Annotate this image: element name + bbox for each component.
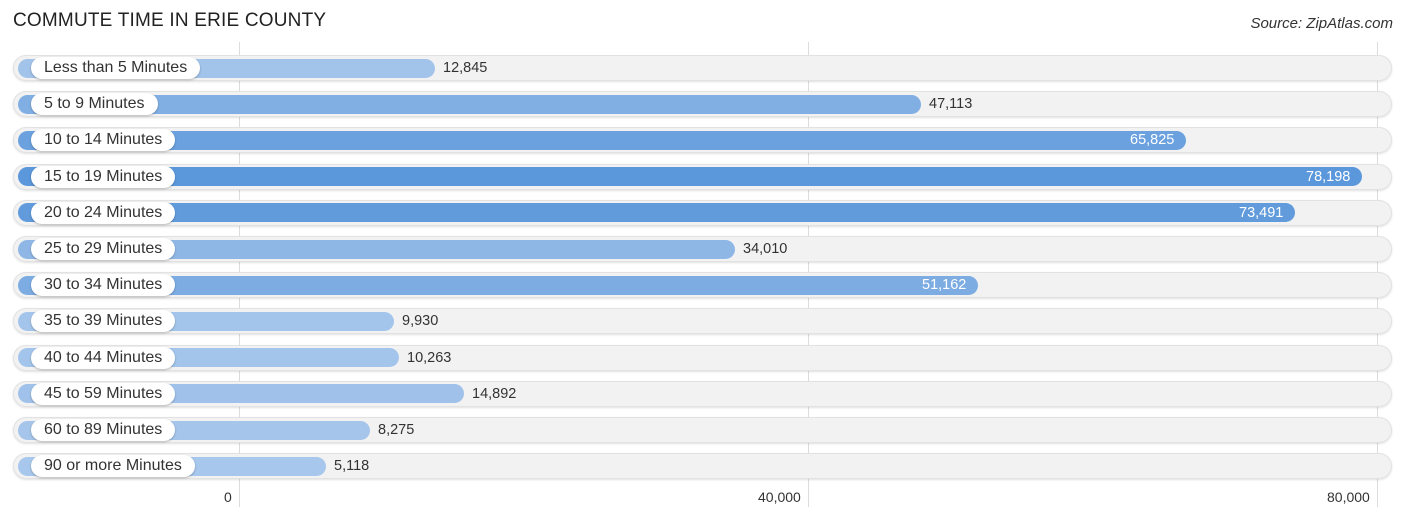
bar[interactable] [18,167,1362,186]
category-label: 60 to 89 Minutes [31,419,176,441]
value-label: 51,162 [922,277,967,293]
value-label: 8,275 [378,422,415,438]
value-label: 78,198 [1306,169,1351,185]
value-label: 65,825 [1130,132,1175,148]
category-label: 40 to 44 Minutes [31,347,176,369]
bar-chart: Less than 5 Minutes 12,845 5 to 9 Minutes 4… [0,0,1406,522]
category-label: 90 or more Minutes [31,455,195,477]
category-label: 35 to 39 Minutes [31,310,176,332]
category-label: 45 to 59 Minutes [31,383,176,405]
bar[interactable] [18,203,1295,222]
value-label: 34,010 [743,241,788,257]
category-label: Less than 5 Minutes [31,57,201,79]
category-label: 30 to 34 Minutes [31,274,176,296]
value-label: 12,845 [443,60,488,76]
value-label: 14,892 [472,386,517,402]
value-label: 5,118 [334,458,370,474]
x-tick-label: 40,000 [758,489,801,505]
category-label: 25 to 29 Minutes [31,238,176,260]
x-tick-label: 80,000 [1327,489,1370,505]
value-label: 9,930 [402,313,439,329]
value-label: 47,113 [929,96,973,112]
x-tick-label: 0 [224,489,232,505]
bar[interactable] [18,131,1186,150]
category-label: 15 to 19 Minutes [31,166,176,188]
category-label: 5 to 9 Minutes [31,93,158,115]
category-label: 20 to 24 Minutes [31,202,176,224]
value-label: 10,263 [407,350,452,366]
value-label: 73,491 [1239,205,1284,221]
category-label: 10 to 14 Minutes [31,129,176,151]
